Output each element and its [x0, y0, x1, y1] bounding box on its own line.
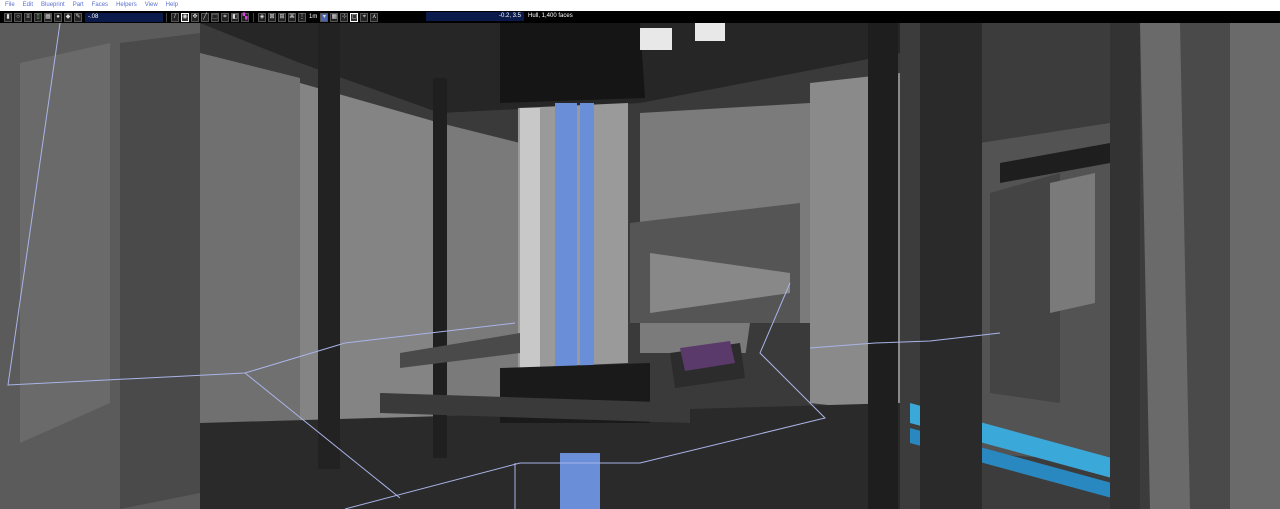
toolbar: ▮ ○ ≡ ▯ ▦ ● ◆ ✎ / ◉ ✥ ╱ ⬚ ⌗ ◧ ▚ ◈ ⊠ ⊞ ⌘ …: [0, 11, 1280, 23]
pillar: [1110, 23, 1140, 509]
reactor-blue-stripe: [555, 103, 577, 373]
merge-icon[interactable]: ⊞: [278, 12, 286, 22]
menu-bar: File Edit Blueprint Part Faces Helpers V…: [0, 0, 1280, 11]
dropdown-arrow-icon[interactable]: ▾: [320, 12, 329, 22]
axis-icon[interactable]: ⊹: [340, 12, 349, 22]
weld-icon[interactable]: ⌘: [288, 12, 296, 22]
menu-part[interactable]: Part: [73, 0, 84, 11]
menu-helpers[interactable]: Helpers: [116, 0, 137, 11]
3d-viewport[interactable]: [0, 23, 1280, 509]
diamond-icon[interactable]: ◆: [64, 12, 72, 22]
camera-icon[interactable]: ⌖: [360, 12, 369, 22]
reactor-cap: [500, 23, 645, 103]
pillar: [318, 23, 340, 469]
light-icon[interactable]: ▯: [34, 12, 42, 22]
value-input[interactable]: [85, 12, 163, 22]
right-console-rack: [990, 173, 1060, 403]
reactor-highlight: [520, 108, 540, 368]
right-panel: [1050, 173, 1095, 313]
left-wall-panel: [120, 33, 200, 509]
face-icon[interactable]: ◧: [231, 12, 239, 22]
toolbar-separator: [253, 12, 254, 22]
box-select-icon[interactable]: ⬚: [211, 12, 219, 22]
open-icon[interactable]: ○: [14, 12, 22, 22]
menu-help[interactable]: Help: [166, 0, 178, 11]
mirror-icon[interactable]: ◈: [258, 12, 266, 22]
menu-edit[interactable]: Edit: [23, 0, 33, 11]
frame-icon[interactable]: ▢: [350, 12, 359, 22]
layers-icon[interactable]: ≡: [24, 12, 32, 22]
left-wall-panel: [20, 43, 110, 443]
snap-icon[interactable]: ⋮: [298, 12, 306, 22]
pencil-icon[interactable]: /: [171, 12, 179, 22]
status-text: Hull, 1,400 faces: [528, 13, 573, 19]
toolbar-separator: [166, 12, 167, 22]
grid-size-label: 1m: [309, 14, 318, 20]
move-icon[interactable]: ✥: [191, 12, 199, 22]
grid-toggle-icon[interactable]: ▦: [330, 12, 339, 22]
overhead-sign: [695, 23, 725, 41]
pillar: [868, 23, 898, 509]
corridor-floor: [740, 323, 810, 393]
select-icon[interactable]: ◉: [181, 12, 189, 22]
menu-file[interactable]: File: [5, 0, 15, 11]
magenta-tool-icon[interactable]: ▚: [241, 12, 249, 22]
coordinate-readout: -0.2, 3.5: [426, 12, 524, 21]
grid-view-icon[interactable]: ▦: [44, 12, 52, 22]
split-icon[interactable]: ⊠: [268, 12, 276, 22]
menu-faces[interactable]: Faces: [92, 0, 108, 11]
overhead-sign: [640, 28, 672, 50]
viewport-render: [0, 23, 1280, 509]
walk-icon[interactable]: ⋏: [370, 12, 379, 22]
reactor-blue-stripe: [580, 103, 594, 373]
sphere-icon[interactable]: ●: [54, 12, 62, 22]
reactor-lower-stripe: [560, 453, 600, 509]
pillar: [920, 23, 982, 509]
line-icon[interactable]: ╱: [201, 12, 209, 22]
menu-view[interactable]: View: [145, 0, 158, 11]
menu-blueprint[interactable]: Blueprint: [41, 0, 65, 11]
new-file-icon[interactable]: ▮: [4, 12, 12, 22]
vertex-icon[interactable]: ⌗: [221, 12, 229, 22]
paint-icon[interactable]: ✎: [74, 12, 82, 22]
